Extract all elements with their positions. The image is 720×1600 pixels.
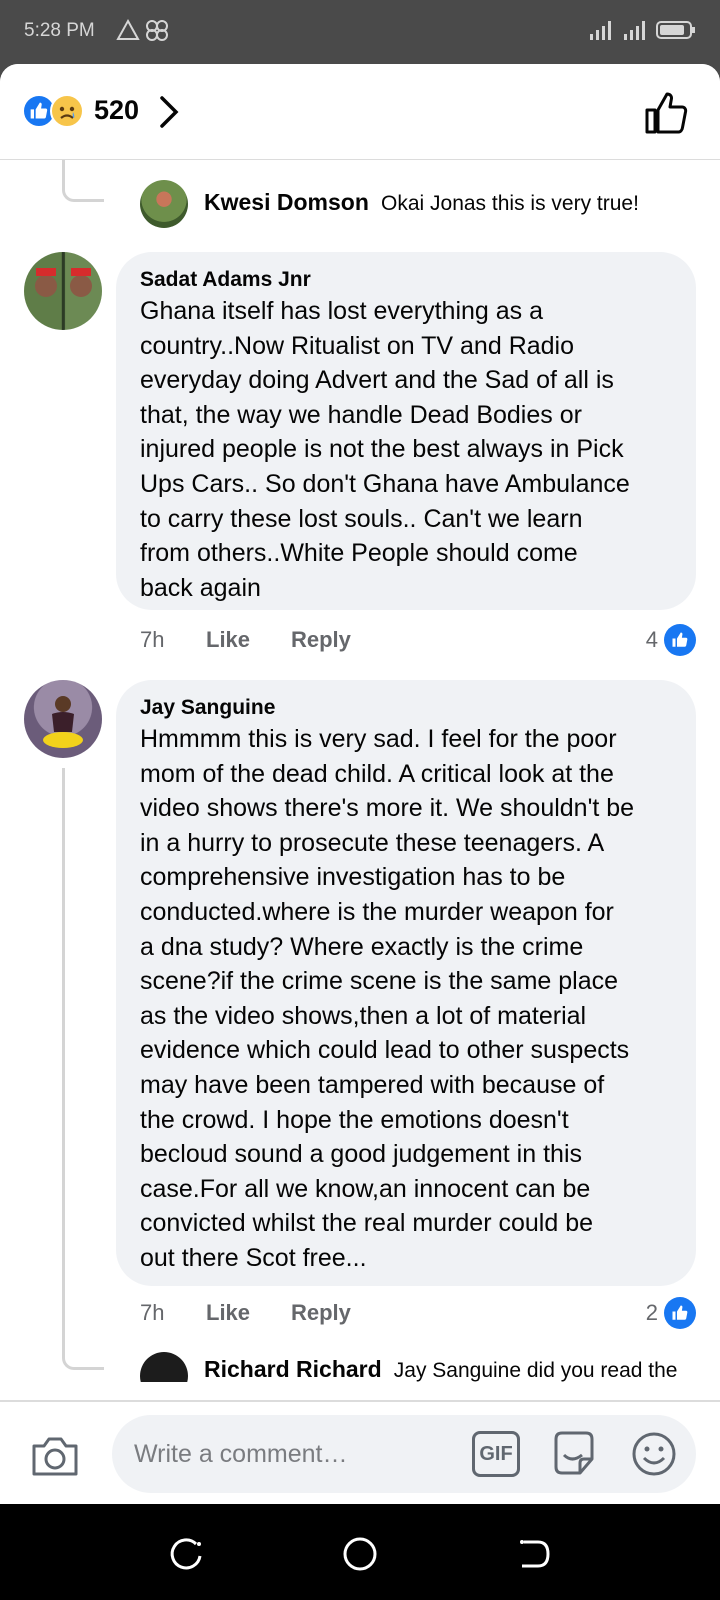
comment-text: Ghana itself has lost everything as a co…	[140, 297, 630, 602]
comment-input[interactable]	[134, 1415, 434, 1493]
comments-list[interactable]: Kwesi Domson Okai Jonas this is very tru…	[0, 160, 720, 1382]
thumbs-up-icon[interactable]	[644, 90, 690, 136]
reply-button[interactable]: Reply	[291, 1300, 351, 1326]
comment-bubble[interactable]: Sadat Adams Jnr Ghana itself has lost ev…	[116, 252, 696, 610]
comment-timestamp: 7h	[140, 627, 165, 652]
back-icon[interactable]	[514, 1534, 554, 1574]
like-reaction-icon[interactable]	[664, 1297, 696, 1329]
status-time: 5:28 PM	[24, 20, 95, 41]
comment-author[interactable]: Sadat Adams Jnr	[140, 266, 672, 294]
camera-icon[interactable]	[30, 1432, 80, 1478]
reply-text: Jay Sanguine did you read the	[393, 1359, 678, 1382]
avatar[interactable]	[24, 680, 102, 758]
reply-connector	[62, 1346, 104, 1370]
sad-reaction-icon	[50, 94, 84, 128]
gif-button[interactable]: GIF	[472, 1431, 520, 1477]
comment-bubble[interactable]: Jay Sanguine Hmmmm this is very sad. I f…	[116, 680, 696, 1286]
reply-item: Richard Richard Jay Sanguine did you rea…	[204, 1356, 678, 1382]
avatar[interactable]	[24, 252, 102, 330]
reactions-header[interactable]: 520	[0, 64, 720, 160]
emoji-icon[interactable]	[630, 1430, 678, 1478]
thread-line	[62, 768, 65, 1358]
reply-author[interactable]: Richard Richard	[204, 1356, 382, 1382]
navigation-bar	[0, 1504, 720, 1600]
reply-item: Kwesi Domson Okai Jonas this is very tru…	[204, 189, 639, 216]
reply-author[interactable]: Kwesi Domson	[204, 189, 369, 215]
reaction-icons	[22, 94, 86, 128]
warning-triangle-icon	[116, 18, 140, 40]
like-reaction-icon[interactable]	[664, 624, 696, 656]
comment-actions: 7h Like Reply 4	[140, 624, 696, 657]
home-icon[interactable]	[340, 1534, 380, 1574]
avatar[interactable]	[140, 1352, 188, 1382]
reaction-count[interactable]: 520	[94, 95, 139, 126]
signal-icon	[590, 21, 611, 40]
comment-reaction-count[interactable]: 2	[646, 1300, 658, 1326]
comment-input-container[interactable]: GIF	[112, 1415, 696, 1493]
recent-apps-icon[interactable]	[166, 1534, 206, 1574]
reply-button[interactable]: Reply	[291, 627, 351, 653]
like-button[interactable]: Like	[206, 1300, 250, 1326]
comment-timestamp: 7h	[140, 1300, 165, 1325]
avatar[interactable]	[140, 180, 188, 228]
apps-icon	[146, 20, 168, 41]
comment-reaction-count[interactable]: 4	[646, 627, 658, 653]
status-bar: 5:28 PM	[0, 0, 720, 64]
comment-composer: GIF	[0, 1400, 720, 1504]
signal-icon	[624, 21, 645, 40]
comment-actions: 7h Like Reply 2	[140, 1297, 696, 1330]
comment-author[interactable]: Jay Sanguine	[140, 694, 672, 722]
reply-text: Okai Jonas this is very true!	[381, 192, 639, 215]
comment-text: Hmmmm this is very sad. I feel for the p…	[140, 725, 635, 1272]
battery-icon	[656, 21, 695, 39]
chevron-right-icon[interactable]	[158, 94, 182, 130]
reply-connector	[62, 160, 104, 202]
sticker-icon[interactable]	[550, 1429, 598, 1479]
like-button[interactable]: Like	[206, 627, 250, 653]
comments-sheet: 520 Kwesi Domson Okai Jonas this is very…	[0, 64, 720, 1504]
